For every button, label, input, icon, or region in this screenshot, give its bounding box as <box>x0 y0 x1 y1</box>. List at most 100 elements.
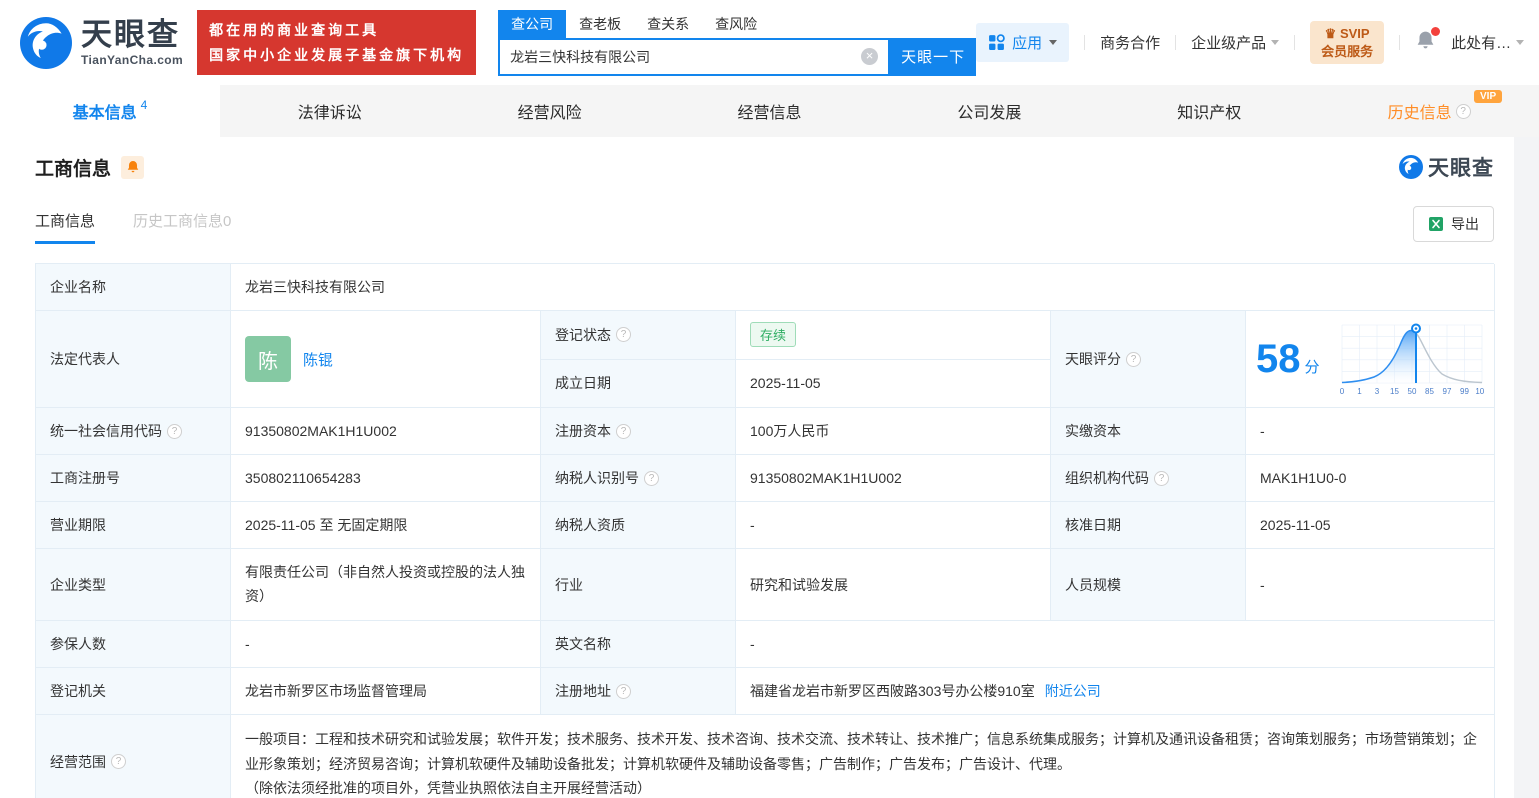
menu-cooperation[interactable]: 商务合作 <box>1100 32 1160 53</box>
divider <box>1175 35 1177 50</box>
main-content: 工商信息 天眼查 工商信息 历史工商信息0 导出 企业名称 龙岩三快科技有限公司… <box>0 152 1539 798</box>
apps-grid-icon <box>989 34 1005 50</box>
tab-history-info[interactable]: VIP 历史信息 ? <box>1319 85 1539 137</box>
field-value-establish-date: 2025-11-05 <box>750 375 821 392</box>
field-value-business-scope: 一般项目：工程和技术研究和试验发展；软件开发；技术服务、技术开发、技术咨询、技术… <box>231 715 1495 798</box>
field-label-reg-number: 工商注册号 <box>36 455 231 502</box>
nearby-companies-link[interactable]: 附近公司 <box>1045 681 1101 701</box>
tab-basic-info[interactable]: 基本信息 4 <box>0 85 220 137</box>
export-button[interactable]: 导出 <box>1413 206 1494 242</box>
clear-search-icon[interactable]: × <box>861 48 879 65</box>
slogan-banner: 都在用的商业查询工具 国家中小企业发展子基金旗下机构 <box>197 10 477 75</box>
svg-text:50: 50 <box>1407 387 1416 396</box>
field-value-reg-address: 福建省龙岩市新罗区西陂路303号办公楼910室 附近公司 <box>736 668 1495 715</box>
export-label: 导出 <box>1451 216 1479 232</box>
search-input[interactable] <box>510 48 862 65</box>
field-label-reg-authority: 登记机关 <box>36 668 231 715</box>
divider <box>1399 35 1401 50</box>
tab-basic-info-label: 基本信息 <box>72 105 137 122</box>
search-tabs: 查公司 查老板 查关系 查风险 <box>498 9 976 38</box>
top-header: 天眼查 TianYanCha.com 都在用的商业查询工具 国家中小企业发展子基… <box>0 0 1539 85</box>
field-label-taxpayer-id: 纳税人识别号? <box>541 455 736 502</box>
field-label-paid-capital: 实缴资本 <box>1051 408 1246 455</box>
field-value-score: 58 分 0 1 3 15 50 85 97 99 10 <box>1246 311 1495 408</box>
field-label-business-scope: 经营范围? <box>36 715 231 798</box>
help-icon[interactable]: ? <box>1154 470 1169 486</box>
search-tab-boss[interactable]: 查老板 <box>566 10 634 38</box>
svip-line1: ♛ SVIP <box>1324 25 1370 41</box>
svip-member-button[interactable]: ♛ SVIP 会员服务 <box>1310 20 1385 65</box>
menu-enterprise-products[interactable]: 企业级产品 <box>1191 32 1280 53</box>
field-value-credit-code: 91350802MAK1H1U002 <box>231 408 541 455</box>
field-label-industry: 行业 <box>541 549 736 621</box>
help-icon[interactable]: ? <box>644 470 659 486</box>
tianyancha-logo-icon <box>1399 155 1423 179</box>
status-badge: 存续 <box>750 322 797 348</box>
score-distribution-chart: 0 1 3 15 50 85 97 99 100 <box>1339 323 1484 396</box>
help-icon[interactable]: ? <box>616 423 631 439</box>
page-right-gutter <box>1514 137 1539 798</box>
field-value-reg-number: 350802110654283 <box>231 455 541 502</box>
header-menu: 应用 商务合作 企业级产品 ♛ SVIP 会员服务 此处有… <box>976 20 1525 65</box>
svg-text:15: 15 <box>1390 387 1399 396</box>
tab-basic-info-count: 4 <box>140 98 148 112</box>
brand-name: 天眼查 <box>81 17 180 52</box>
subtab-history-registration[interactable]: 历史工商信息0 <box>133 210 231 244</box>
notifications-button[interactable] <box>1415 27 1441 55</box>
tianyancha-logo[interactable]: 天眼查 TianYanCha.com <box>20 16 184 69</box>
field-value-business-term: 2025-11-05 至 无固定期限 <box>231 502 541 549</box>
tab-business-info[interactable]: 经营信息 <box>660 85 880 137</box>
notification-dot <box>1431 27 1441 36</box>
field-label-staff-size: 人员规模 <box>1051 549 1246 621</box>
field-value-industry: 研究和试验发展 <box>736 549 1051 621</box>
help-icon[interactable]: ? <box>167 423 182 439</box>
subtab-business-registration[interactable]: 工商信息 <box>35 210 96 244</box>
chevron-down-icon <box>1049 40 1058 45</box>
field-label-taxpayer-quality: 纳税人资质 <box>541 502 736 549</box>
search-tab-risk[interactable]: 查风险 <box>702 10 770 38</box>
svg-text:97: 97 <box>1442 387 1451 396</box>
field-value-approval-date: 2025-11-05 <box>1246 502 1495 549</box>
field-label-credit-code: 统一社会信用代码? <box>36 408 231 455</box>
search-area: 查公司 查老板 查关系 查风险 × 天眼一下 <box>498 9 977 76</box>
field-value-legal-rep: 陈 陈锟 <box>231 311 541 408</box>
field-value-reg-capital: 100万人民币 <box>736 408 1051 455</box>
field-value-insured-count: - <box>231 621 541 668</box>
chevron-down-icon <box>1271 40 1280 45</box>
field-label-reg-capital: 注册资本? <box>541 408 736 455</box>
help-icon[interactable]: ? <box>1455 103 1471 119</box>
divider <box>1294 35 1296 50</box>
field-label-score: 天眼评分 ? <box>1051 311 1246 408</box>
field-label-establish-date: 成立日期 <box>541 359 736 407</box>
field-value-taxpayer-quality: - <box>736 502 1051 549</box>
svip-line2: 会员服务 <box>1321 43 1374 59</box>
svg-text:1: 1 <box>1357 387 1362 396</box>
search-button[interactable]: 天眼一下 <box>890 37 977 76</box>
brand-domain: TianYanCha.com <box>81 53 184 67</box>
company-nav-tabs: 基本信息 4 法律诉讼 经营风险 经营信息 公司发展 知识产权 VIP 历史信息… <box>0 85 1539 137</box>
field-value-company-type: 有限责任公司（非自然人投资或控股的法人独资） <box>231 549 541 621</box>
user-menu[interactable]: 此处有… <box>1451 32 1525 53</box>
field-label-reg-address: 注册地址? <box>541 668 736 715</box>
tab-intellectual-property[interactable]: 知识产权 <box>1099 85 1319 137</box>
tab-company-development[interactable]: 公司发展 <box>879 85 1099 137</box>
apps-menu-button[interactable]: 应用 <box>976 23 1070 62</box>
search-tab-company[interactable]: 查公司 <box>498 9 567 38</box>
help-icon[interactable]: ? <box>111 754 126 770</box>
help-icon[interactable]: ? <box>1126 351 1141 367</box>
subscribe-bell-button[interactable] <box>121 155 145 179</box>
menu-enterprise-label: 企业级产品 <box>1191 35 1267 52</box>
help-icon[interactable]: ? <box>616 683 631 699</box>
legal-rep-avatar[interactable]: 陈 <box>245 336 291 382</box>
slogan-line2: 国家中小企业发展子基金旗下机构 <box>209 46 465 63</box>
help-icon[interactable]: ? <box>616 327 631 343</box>
excel-icon <box>1429 217 1443 231</box>
field-value-org-code: MAK1H1U0-0 <box>1246 455 1495 502</box>
svg-text:0: 0 <box>1339 387 1344 396</box>
tab-legal-proceedings[interactable]: 法律诉讼 <box>220 85 440 137</box>
tab-history-info-label: 历史信息 <box>1387 105 1452 122</box>
legal-rep-link[interactable]: 陈锟 <box>303 349 333 370</box>
search-tab-relation[interactable]: 查关系 <box>634 10 702 38</box>
tab-operational-risk[interactable]: 经营风险 <box>440 85 660 137</box>
field-label-company-type: 企业类型 <box>36 549 231 621</box>
